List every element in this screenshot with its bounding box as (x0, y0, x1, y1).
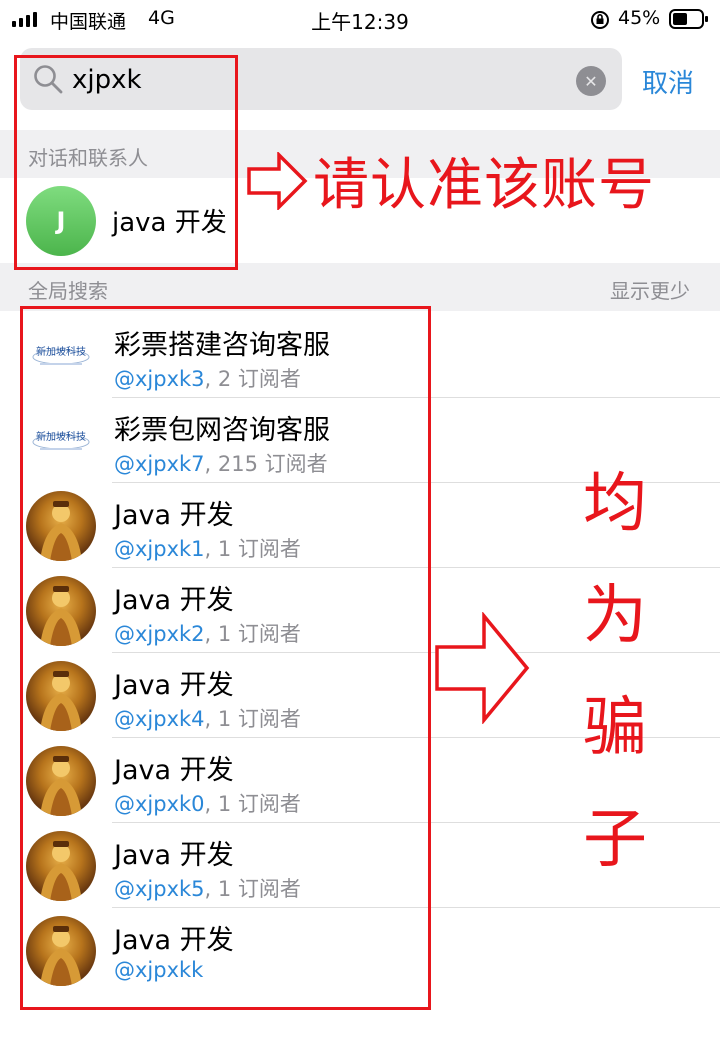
annotation-box-contact (14, 55, 238, 270)
arrow-right-icon (247, 152, 308, 210)
annotation-char: 为 (583, 579, 647, 653)
cancel-button[interactable]: 取消 (642, 63, 694, 100)
clear-icon[interactable]: ✕ (576, 66, 606, 96)
annotation-char: 均 (583, 467, 647, 541)
arrow-right-icon (435, 612, 530, 724)
status-bar: 中国联通 4G 上午12:39 45% (0, 0, 720, 38)
section-title: 全局搜索 (28, 279, 108, 303)
annotation-char: 骗 (583, 691, 647, 765)
show-less-button[interactable]: 显示更少 (610, 275, 690, 304)
annotation-box-list (20, 306, 431, 1010)
annotation-scam-note: 均 为 骗 子 (580, 448, 650, 896)
annotation-confirm-note: 请认准该账号 (313, 153, 655, 218)
battery-percent: 45% (618, 7, 661, 29)
annotation-char: 子 (583, 803, 647, 877)
orientation-lock-icon (591, 11, 609, 29)
status-time: 上午12:39 (311, 10, 409, 34)
section-header-global: 全局搜索 显示更少 (0, 263, 720, 311)
battery-icon (669, 9, 708, 29)
